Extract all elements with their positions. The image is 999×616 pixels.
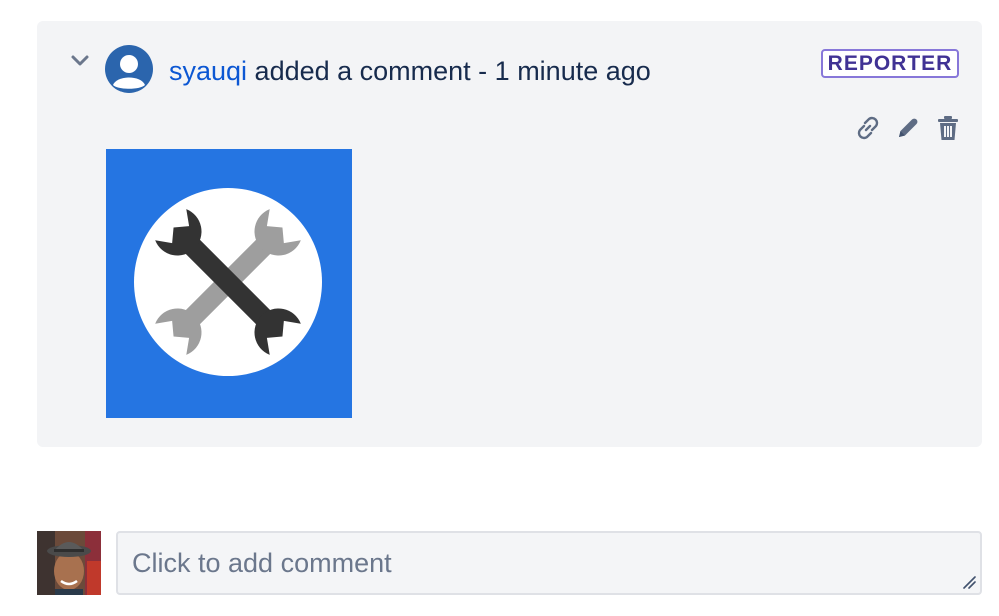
comment-action-text: added a comment - 1 minute ago — [247, 56, 651, 86]
comment-header: syauqi added a comment - 1 minute ago — [169, 52, 651, 90]
reporter-badge: REPORTER — [821, 49, 959, 78]
link-icon[interactable] — [852, 112, 884, 144]
add-comment-placeholder: Click to add comment — [132, 547, 392, 578]
wrench-tools-icon — [134, 188, 322, 376]
author-avatar-icon[interactable] — [105, 45, 153, 93]
add-comment-input[interactable]: Click to add comment — [116, 531, 982, 595]
resize-handle-icon[interactable] — [962, 575, 976, 589]
current-user-avatar[interactable] — [37, 531, 101, 595]
collapse-chevron-down-icon[interactable] — [68, 50, 92, 72]
pencil-icon[interactable] — [892, 112, 924, 144]
author-link[interactable]: syauqi — [169, 56, 247, 86]
trash-icon[interactable] — [932, 112, 964, 144]
attachment-image[interactable] — [106, 149, 352, 418]
